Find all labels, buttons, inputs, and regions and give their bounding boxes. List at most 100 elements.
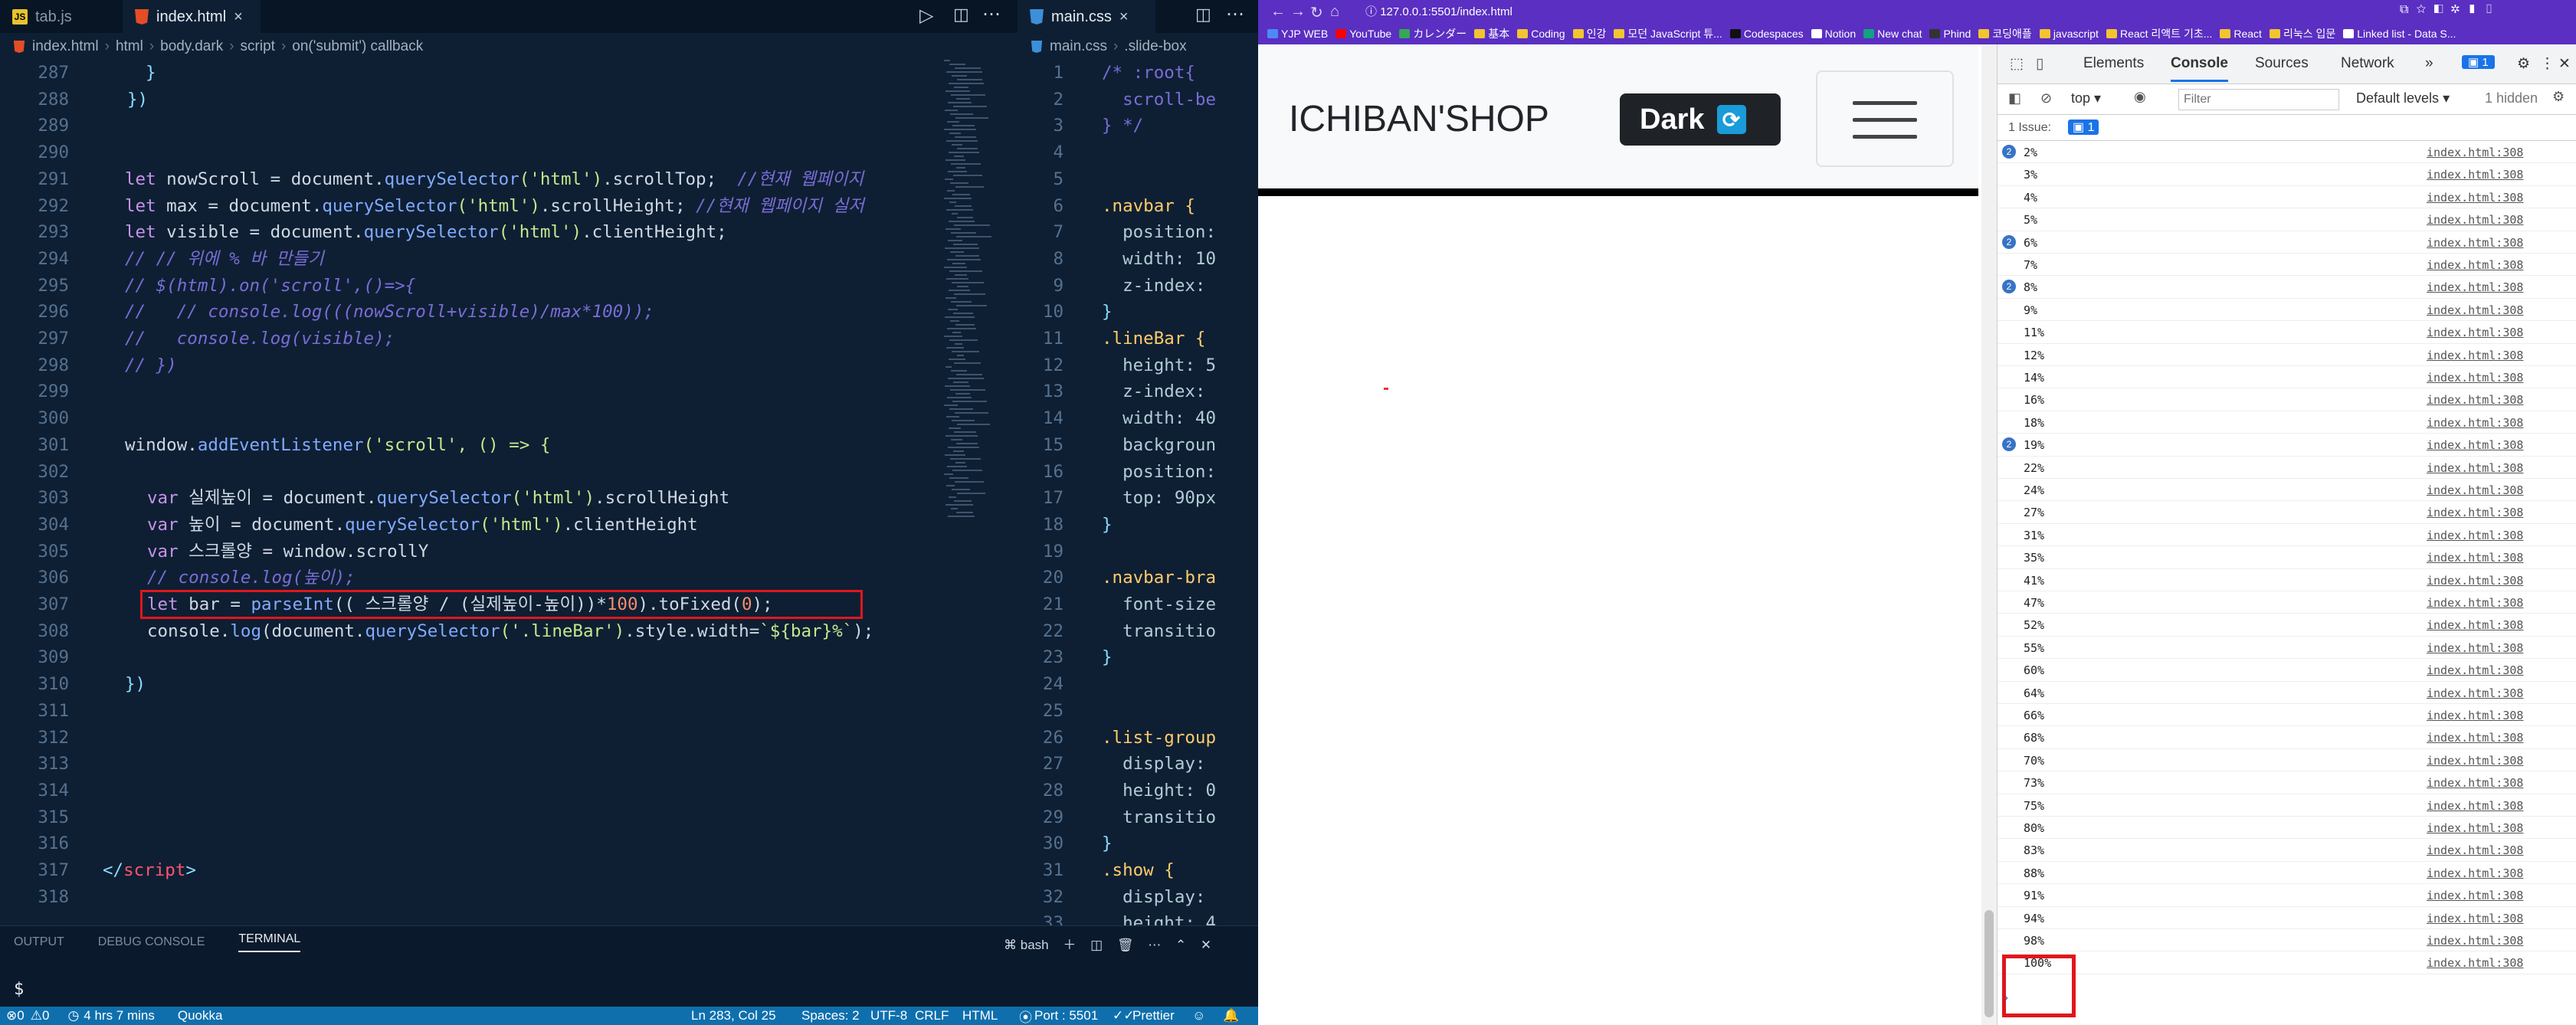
- feedback-icon[interactable]: ☺: [1192, 1008, 1205, 1023]
- log-source-link[interactable]: index.html:308: [2427, 776, 2523, 790]
- bookmark-item[interactable]: カレンダー: [1399, 26, 1467, 41]
- add-terminal-icon[interactable]: ＋: [1063, 938, 1076, 952]
- log-source-link[interactable]: index.html:308: [2427, 596, 2523, 610]
- bookmark-item[interactable]: 인강: [1572, 26, 1606, 41]
- log-source-link[interactable]: index.html:308: [2427, 956, 2523, 970]
- close-icon[interactable]: ×: [1119, 8, 1129, 26]
- tab-index-html[interactable]: index.html ×: [123, 0, 261, 34]
- log-source-link[interactable]: index.html:308: [2427, 191, 2523, 205]
- minimap[interactable]: [941, 60, 1002, 565]
- encoding[interactable]: UTF-8: [870, 1008, 907, 1023]
- log-source-link[interactable]: index.html:308: [2427, 393, 2523, 407]
- log-source-link[interactable]: index.html:308: [2427, 843, 2523, 857]
- line-ending[interactable]: CRLF: [915, 1008, 949, 1023]
- terminal-prompt[interactable]: $: [14, 980, 24, 999]
- inspect-icon[interactable]: ⬚: [2010, 55, 2024, 73]
- indent-setting[interactable]: Spaces: 2: [801, 1008, 860, 1023]
- close-icon[interactable]: ×: [234, 8, 243, 26]
- menu-toggle-button[interactable]: [1816, 70, 1954, 167]
- reload-icon[interactable]: ↻: [1310, 3, 1323, 22]
- log-source-link[interactable]: index.html:308: [2427, 574, 2523, 588]
- context-select[interactable]: top ▾: [2071, 90, 2101, 106]
- bookmark-item[interactable]: Notion: [1811, 28, 1856, 40]
- issues-bar[interactable]: 1 Issue: ▣ 1: [1998, 115, 2576, 141]
- breadcrumb-item[interactable]: main.css: [1050, 38, 1107, 55]
- terminal-shell[interactable]: bash: [1021, 938, 1049, 952]
- log-source-link[interactable]: index.html:308: [2427, 551, 2523, 565]
- tab-elements[interactable]: Elements: [2083, 55, 2144, 72]
- clear-console-icon[interactable]: ⊘: [2040, 90, 2052, 106]
- log-source-link[interactable]: index.html:308: [2427, 821, 2523, 835]
- log-source-link[interactable]: index.html:308: [2427, 731, 2523, 745]
- tab-sources[interactable]: Sources: [2255, 55, 2309, 72]
- address-bar[interactable]: ⓘ 127.0.0.1:5501/index.html: [1365, 3, 1512, 21]
- cursor-position[interactable]: Ln 283, Col 25: [691, 1008, 776, 1023]
- dark-mode-button[interactable]: Dark ⟳: [1620, 93, 1781, 146]
- bookmark-item[interactable]: React: [2220, 28, 2262, 40]
- live-server-port[interactable]: Port : 5501: [1034, 1008, 1098, 1023]
- split-editor-icon[interactable]: ◫: [1195, 5, 1211, 25]
- log-source-link[interactable]: index.html:308: [2427, 889, 2523, 902]
- forward-icon[interactable]: →: [1290, 3, 1306, 21]
- trash-icon[interactable]: 🗑: [1117, 938, 1134, 952]
- prettier-status[interactable]: Prettier: [1132, 1008, 1175, 1023]
- bookmark-item[interactable]: 基本: [1474, 26, 1509, 41]
- close-icon[interactable]: ✕: [1201, 938, 1211, 952]
- log-source-link[interactable]: index.html:308: [2427, 349, 2523, 362]
- log-source-link[interactable]: index.html:308: [2427, 866, 2523, 880]
- brand-logo[interactable]: ICHIBAN'SHOP: [1289, 98, 1549, 140]
- log-source-link[interactable]: index.html:308: [2427, 618, 2523, 632]
- wakatime[interactable]: 4 hrs 7 mins: [84, 1008, 155, 1023]
- more-icon[interactable]: ⋯: [1226, 3, 1244, 25]
- breadcrumb-item[interactable]: script: [241, 38, 275, 55]
- log-source-link[interactable]: index.html:308: [2427, 506, 2523, 519]
- error-icon[interactable]: ⊗: [6, 1008, 17, 1023]
- extension-icons[interactable]: ⧉☆◧✲▮▯: [2400, 3, 2502, 17]
- log-source-link[interactable]: index.html:308: [2427, 168, 2523, 182]
- log-source-link[interactable]: index.html:308: [2427, 438, 2523, 452]
- bookmark-item[interactable]: YouTube: [1336, 28, 1391, 40]
- bookmark-item[interactable]: React 리액트 기초...: [2106, 26, 2212, 41]
- gear-icon[interactable]: ⚙: [2552, 89, 2565, 105]
- tab-tab-js[interactable]: JS tab.js: [0, 0, 123, 34]
- more-icon[interactable]: ⋯: [1148, 938, 1161, 952]
- log-source-link[interactable]: index.html:308: [2427, 934, 2523, 948]
- sidebar-toggle-icon[interactable]: ◧: [2008, 90, 2021, 106]
- log-source-link[interactable]: index.html:308: [2427, 529, 2523, 542]
- back-icon[interactable]: ←: [1270, 3, 1286, 21]
- split-terminal-icon[interactable]: ◫: [1090, 938, 1103, 952]
- kebab-icon[interactable]: ⋮: [2540, 55, 2555, 73]
- log-source-link[interactable]: index.html:308: [2427, 371, 2523, 385]
- chevron-up-icon[interactable]: ⌃: [1175, 938, 1186, 952]
- issues-count-badge[interactable]: ▣ 1: [2068, 120, 2099, 135]
- breadcrumb-item[interactable]: on('submit') callback: [292, 38, 423, 55]
- log-source-link[interactable]: index.html:308: [2427, 416, 2523, 430]
- breadcrumb-item[interactable]: body.dark: [160, 38, 223, 55]
- log-source-link[interactable]: index.html:308: [2427, 686, 2523, 700]
- bookmark-item[interactable]: javascript: [2039, 28, 2099, 40]
- log-source-link[interactable]: index.html:308: [2427, 236, 2523, 250]
- breadcrumb-item[interactable]: index.html: [32, 38, 99, 55]
- bookmark-item[interactable]: 코딩애플: [1978, 26, 2032, 41]
- more-tabs-icon[interactable]: »: [2425, 55, 2433, 72]
- bell-icon[interactable]: 🔔: [1223, 1008, 1239, 1023]
- log-source-link[interactable]: index.html:308: [2427, 641, 2523, 655]
- log-source-link[interactable]: index.html:308: [2427, 754, 2523, 768]
- bookmark-item[interactable]: Phind: [1929, 28, 1971, 40]
- device-toolbar-icon[interactable]: ▯: [2036, 55, 2043, 73]
- log-source-link[interactable]: index.html:308: [2427, 258, 2523, 272]
- code-editor-html[interactable]: 287 288 289 290 291 292 293 294 295 296 297 298 299 3…: [0, 60, 942, 925]
- warning-icon[interactable]: ⚠: [31, 1008, 42, 1023]
- split-editor-icon[interactable]: ◫: [953, 5, 969, 25]
- bookmark-item[interactable]: 리눅스 입문: [2269, 26, 2335, 41]
- quokka-status[interactable]: Quokka: [178, 1008, 223, 1023]
- log-source-link[interactable]: index.html:308: [2427, 799, 2523, 813]
- scrollbar-thumb[interactable]: [1984, 910, 1994, 1017]
- log-source-link[interactable]: index.html:308: [2427, 461, 2523, 475]
- language-mode[interactable]: HTML: [962, 1008, 998, 1023]
- tab-network[interactable]: Network: [2341, 55, 2394, 72]
- tab-console[interactable]: Console: [2171, 55, 2228, 82]
- log-source-link[interactable]: index.html:308: [2427, 326, 2523, 339]
- log-source-link[interactable]: index.html:308: [2427, 303, 2523, 317]
- log-source-link[interactable]: index.html:308: [2427, 146, 2523, 159]
